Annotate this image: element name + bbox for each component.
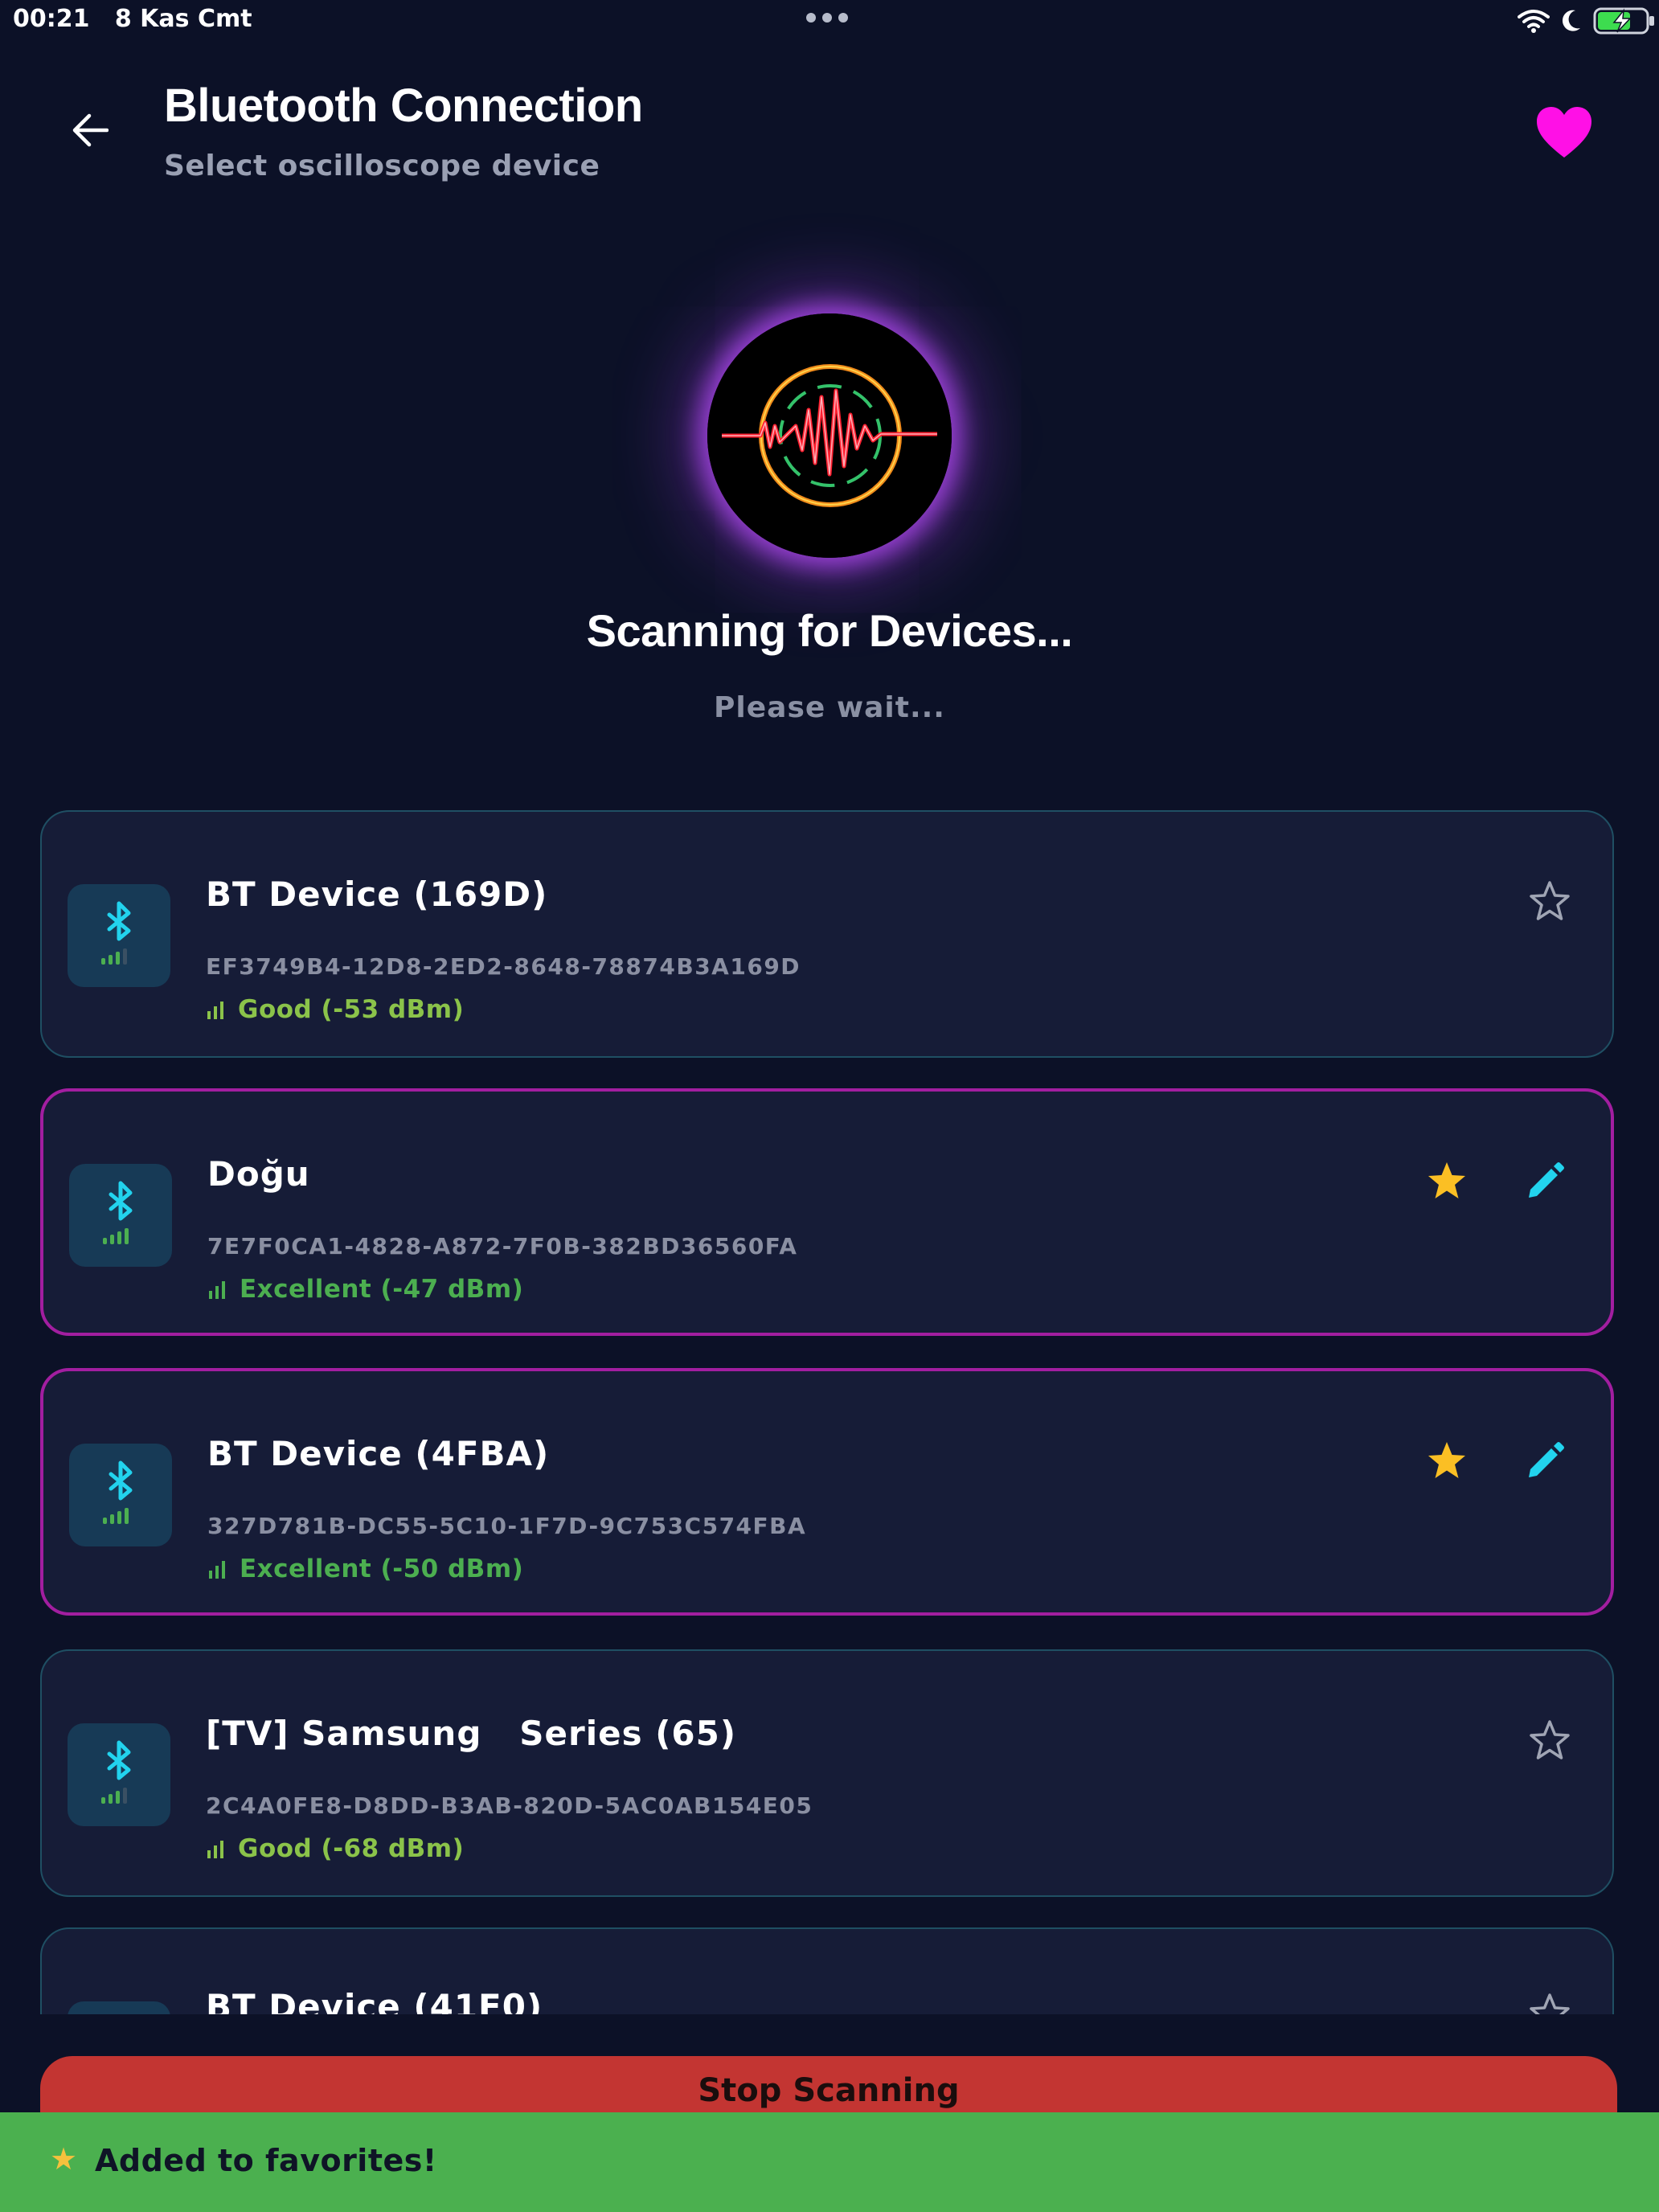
oscilloscope-wave-logo <box>707 313 952 558</box>
device-card[interactable]: BT Device (169D) EF3749B4-12D8-2ED2-8648… <box>40 810 1614 1058</box>
snackbar-toast: ★ Added to favorites! <box>0 2112 1659 2212</box>
wifi-icon <box>1518 10 1550 33</box>
bluetooth-device-icon <box>68 2001 170 2014</box>
scanning-subtitle: Please wait... <box>714 691 945 724</box>
arrow-left-icon <box>72 113 109 147</box>
device-name: BT Device (169D) <box>206 875 548 914</box>
favorite-toggle-button[interactable] <box>1526 1990 1574 2014</box>
star-outline-icon <box>1530 1720 1570 1759</box>
signal-strength-text: Good (-53 dBm) <box>238 995 465 1024</box>
bluetooth-device-icon <box>68 884 170 987</box>
signal-bars-icon <box>207 1841 223 1858</box>
device-signal: Excellent (-47 dBm) <box>207 1275 523 1304</box>
signal-bars-icon <box>209 1281 225 1299</box>
device-signal: Good (-68 dBm) <box>206 1834 464 1863</box>
heart-icon <box>1537 107 1591 158</box>
signal-strength-text: Excellent (-47 dBm) <box>240 1275 524 1304</box>
favorite-toggle-button[interactable] <box>1526 1717 1574 1765</box>
device-uuid: 2C4A0FE8-D8DD-B3AB-820D-5AC0AB154E05 <box>206 1792 813 1819</box>
scanning-title: Scanning for Devices... <box>586 605 1073 656</box>
star-emoji-icon: ★ <box>50 2141 78 2177</box>
star-outline-icon <box>1530 881 1570 920</box>
pencil-icon <box>1529 1442 1564 1477</box>
favorite-toggle-button[interactable] <box>1423 1437 1471 1485</box>
toast-message: Added to favorites! <box>95 2143 437 2178</box>
device-name: Doğu <box>207 1154 310 1194</box>
device-name: BT Device (41F0) <box>206 1987 543 2014</box>
star-filled-icon <box>1428 1442 1465 1478</box>
signal-strength-text: Excellent (-50 dBm) <box>240 1555 524 1583</box>
edit-name-button[interactable] <box>1521 1157 1569 1206</box>
device-uuid: EF3749B4-12D8-2ED2-8648-78874B3A169D <box>206 953 801 980</box>
status-time: 00:21 <box>13 5 90 33</box>
signal-strength-text: Good (-68 dBm) <box>238 1834 465 1863</box>
device-uuid: 7E7F0CA1-4828-A872-7F0B-382BD36560FA <box>207 1233 798 1260</box>
device-signal: Good (-53 dBm) <box>206 995 464 1024</box>
device-card[interactable]: [TV] Samsung Series (65) 2C4A0FE8-D8DD-B… <box>40 1649 1614 1897</box>
bluetooth-device-icon <box>69 1444 172 1546</box>
device-card[interactable]: BT Device (4FBA) 327D781B-DC55-5C10-1F7D… <box>40 1368 1614 1616</box>
status-icons <box>1518 5 1659 37</box>
moon-icon <box>1562 10 1580 31</box>
device-signal: Excellent (-50 dBm) <box>207 1555 523 1583</box>
signal-bars-icon <box>209 1561 225 1579</box>
signal-bars-icon <box>207 1002 223 1019</box>
favorite-toggle-button[interactable] <box>1423 1157 1471 1206</box>
star-filled-icon <box>1428 1162 1465 1198</box>
device-card[interactable]: BT Device (41F0) <box>40 1927 1614 2014</box>
pencil-icon <box>1529 1162 1564 1198</box>
device-uuid: 327D781B-DC55-5C10-1F7D-9C753C574FBA <box>207 1513 807 1539</box>
favorite-toggle-button[interactable] <box>1526 878 1574 926</box>
page-subtitle: Select oscilloscope device <box>164 150 600 182</box>
device-name: BT Device (4FBA) <box>207 1434 550 1473</box>
favorites-button[interactable] <box>1535 106 1600 164</box>
page-title: Bluetooth Connection <box>164 80 643 132</box>
battery-charging-icon <box>1593 7 1654 35</box>
device-list[interactable]: BT Device (169D) EF3749B4-12D8-2ED2-8648… <box>40 810 1659 2014</box>
stop-scanning-label: Stop Scanning <box>698 2072 960 2109</box>
status-time-date: 00:21 8 Kas Cmt <box>13 5 252 33</box>
bluetooth-device-icon <box>69 1164 172 1267</box>
bluetooth-device-icon <box>68 1723 170 1826</box>
status-date: 8 Kas Cmt <box>114 5 252 33</box>
multitasking-dots[interactable] <box>806 13 848 23</box>
edit-name-button[interactable] <box>1521 1437 1569 1485</box>
device-name: [TV] Samsung Series (65) <box>206 1714 737 1753</box>
star-outline-icon <box>1530 1993 1570 2014</box>
back-button[interactable] <box>66 106 114 154</box>
device-card[interactable]: Doğu 7E7F0CA1-4828-A872-7F0B-382BD36560F… <box>40 1088 1614 1336</box>
